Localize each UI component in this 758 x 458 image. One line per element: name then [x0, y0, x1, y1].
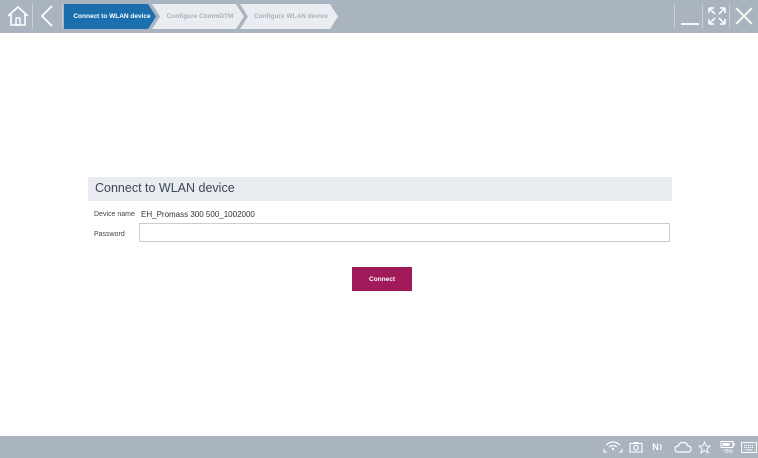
password-label: Password [94, 231, 125, 238]
maximize-icon [708, 7, 726, 25]
maximize-button[interactable] [704, 3, 730, 29]
step-configure-wlan-device[interactable]: Configure WLAN device [240, 4, 338, 29]
chevron-left-icon [40, 5, 53, 27]
minimize-icon [681, 23, 699, 25]
device-name-value: EH_Promass 300 500_1002000 [141, 210, 255, 219]
minimize-button[interactable] [677, 3, 703, 29]
cloud-icon [674, 441, 692, 453]
nfc-waves-icon [659, 443, 662, 451]
toolbar-divider [702, 4, 703, 28]
device-name-label: Device name [94, 211, 135, 218]
status-bar: N 78% [0, 436, 758, 458]
step-label: Configure CommDTM [166, 13, 234, 20]
battery-icon [720, 440, 735, 448]
keyboard-icon [741, 441, 757, 453]
wlan-icon [603, 441, 623, 453]
home-button[interactable] [4, 2, 32, 30]
step-label: Configure WLAN device [253, 13, 329, 20]
star-icon [697, 440, 711, 454]
close-icon [735, 7, 753, 25]
cloud-button[interactable] [673, 439, 693, 455]
toolbar-divider [674, 4, 675, 28]
favorites-button[interactable] [697, 439, 711, 455]
step-connect-wlan[interactable]: Connect to WLAN device [64, 4, 156, 29]
step-configure-commdtm[interactable]: Configure CommDTM [152, 4, 244, 29]
connect-button[interactable]: Connect [352, 267, 412, 291]
battery-status: 78% [717, 437, 739, 457]
battery-percent: 78% [722, 448, 733, 455]
camera-icon [629, 442, 643, 453]
toolbar-divider [729, 4, 730, 28]
wlan-button[interactable] [603, 439, 623, 455]
back-button[interactable] [34, 2, 62, 30]
toolbar-divider [62, 4, 63, 28]
top-toolbar: Connect to WLAN device Configure CommDTM… [0, 0, 758, 33]
home-icon [7, 5, 29, 26]
step-label: Connect to WLAN device [73, 13, 151, 20]
password-field[interactable] [139, 223, 670, 242]
keyboard-button[interactable] [741, 439, 757, 455]
camera-button[interactable] [628, 439, 644, 455]
page-title: Connect to WLAN device [95, 181, 235, 195]
nfc-button[interactable]: N [650, 439, 666, 455]
toolbar-divider [32, 4, 33, 28]
form-header: Connect to WLAN device [88, 177, 672, 201]
close-button[interactable] [731, 3, 757, 29]
